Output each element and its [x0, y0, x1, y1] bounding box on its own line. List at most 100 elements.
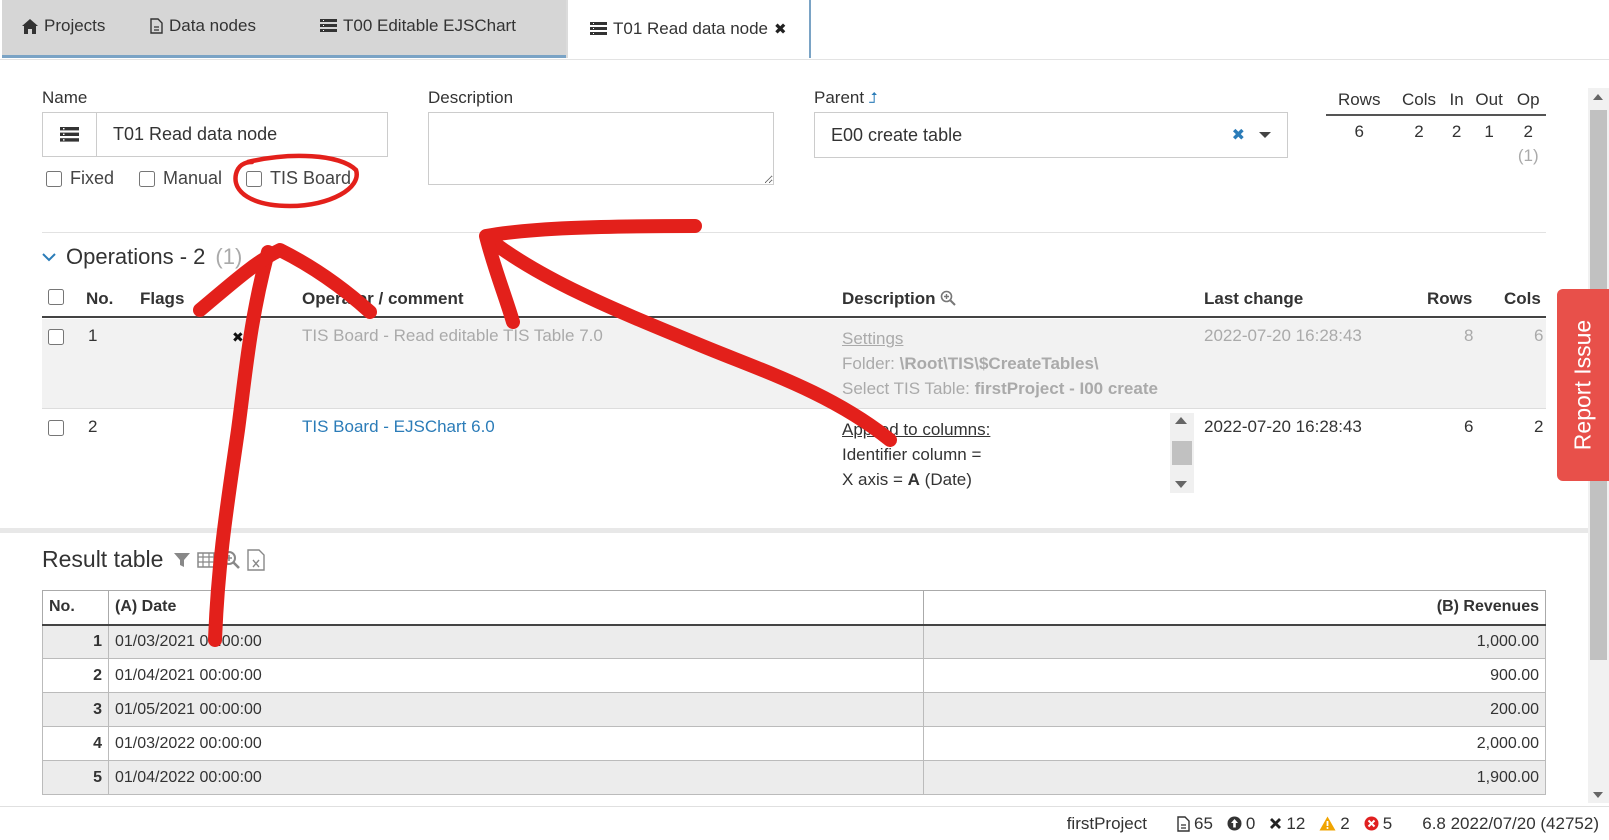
result-header: Result table: [42, 546, 266, 573]
name-input[interactable]: [97, 113, 387, 156]
stats-op-value: 2: [1523, 122, 1533, 141]
list-icon: [43, 113, 97, 156]
table-row: 3 01/05/2021 00:00:00 200.00: [42, 692, 1546, 727]
operation-description: Applied to columns: Identifier column = …: [842, 417, 990, 492]
description-scrollbar[interactable]: [1170, 413, 1194, 493]
operation-rows: 6: [1464, 417, 1474, 436]
result-title: Result table: [42, 546, 164, 572]
operation-operator[interactable]: TIS Board - Read editable TIS Table 7.0: [302, 326, 603, 346]
tis-board-checkbox[interactable]: TIS Board: [246, 168, 351, 189]
settings-link[interactable]: Settings: [842, 326, 1158, 351]
last-change-header: Last change: [1204, 289, 1304, 308]
operations-count: (1): [215, 244, 243, 269]
operation-rows: 8: [1464, 326, 1474, 345]
clear-icon[interactable]: ✖: [1232, 125, 1245, 145]
manual-checkbox[interactable]: Manual: [139, 168, 222, 189]
operator-header: Operator / comment: [302, 289, 464, 308]
footer-errors[interactable]: 5: [1364, 814, 1392, 834]
error-icon: [1364, 816, 1379, 831]
stats-op-header: Op: [1510, 88, 1546, 116]
tab-data-nodes[interactable]: Data nodes: [150, 0, 256, 52]
tis-board-checkbox-input[interactable]: [246, 170, 262, 187]
flags-header: Flags: [140, 289, 185, 308]
stats-out-header: Out: [1467, 88, 1511, 116]
operation-no: 2: [88, 417, 98, 436]
tab-projects[interactable]: Projects: [22, 0, 106, 52]
scroll-thumb[interactable]: [1172, 441, 1192, 465]
description-input[interactable]: [428, 112, 774, 185]
operation-row-checkbox[interactable]: [48, 329, 64, 345]
manual-checkbox-input[interactable]: [139, 170, 155, 187]
applied-columns-link[interactable]: Applied to columns:: [842, 417, 990, 442]
operation-description: Settings Folder: \Root\TIS\$CreateTables…: [842, 326, 1158, 401]
excel-icon[interactable]: [247, 548, 266, 571]
parent-value: E00 create table: [831, 124, 963, 145]
status-bar: firstProject 65 0 12 2 5 6.8 2022/07/20 …: [0, 806, 1609, 840]
stats-cols-value: 2: [1414, 122, 1424, 141]
operation-last-change: 2022-07-20 16:28:43: [1204, 417, 1362, 436]
parent-select[interactable]: E00 create table ✖: [814, 112, 1288, 158]
tab-t00-editable-ejschart[interactable]: T00 Editable EJSChart: [320, 0, 516, 52]
stats-in-header: In: [1445, 88, 1468, 116]
scroll-down-icon[interactable]: [1593, 792, 1603, 798]
chevron-down-icon[interactable]: [42, 252, 56, 262]
stats-cols-header: Cols: [1392, 88, 1446, 116]
home-icon: [22, 18, 38, 34]
filter-icon[interactable]: [173, 551, 191, 569]
section-divider: [42, 232, 1546, 233]
operations-title: Operations - 2: [66, 244, 206, 269]
parent-up-arrow-icon[interactable]: ⮥: [869, 90, 878, 107]
tab-t01-read-data-node[interactable]: T01 Read data node ✖: [566, 0, 811, 58]
report-issue-button[interactable]: Report Issue: [1557, 289, 1609, 481]
operation-row[interactable]: 1 ✖ TIS Board - Read editable TIS Table …: [42, 319, 1546, 409]
operation-cols: 2: [1534, 417, 1544, 436]
table-row: 2 01/04/2021 00:00:00 900.00: [42, 658, 1546, 693]
result-revenues-header: (B) Revenues: [923, 590, 1546, 626]
description-header: Description: [842, 289, 956, 309]
operation-row-checkbox[interactable]: [48, 420, 64, 436]
stats-op-sub: (1): [1517, 146, 1539, 165]
warning-icon: [1319, 816, 1336, 831]
footer-files[interactable]: 65: [1177, 814, 1213, 834]
footer-uploads[interactable]: 0: [1227, 814, 1255, 834]
name-field[interactable]: [42, 112, 388, 157]
arrow-up-circle-icon: [1227, 816, 1242, 831]
close-tab-icon[interactable]: ✖: [774, 20, 787, 38]
scroll-down-icon[interactable]: [1175, 481, 1187, 488]
stats-in-value: 2: [1451, 122, 1462, 141]
scroll-up-icon[interactable]: [1175, 417, 1187, 424]
fixed-checkbox[interactable]: Fixed: [46, 168, 114, 189]
stats-rows-value: 6: [1354, 122, 1364, 141]
footer-disabled[interactable]: 12: [1269, 814, 1305, 834]
scroll-up-icon[interactable]: [1593, 94, 1603, 100]
file-icon: [1177, 815, 1190, 832]
name-label: Name: [42, 88, 88, 107]
no-header: No.: [86, 289, 114, 308]
result-date-header: (A) Date: [108, 590, 924, 626]
list-icon: [320, 19, 337, 32]
zoom-icon[interactable]: [221, 550, 241, 570]
cols-header: Cols: [1504, 289, 1541, 308]
operation-cols: 6: [1534, 326, 1544, 345]
close-icon: [1270, 818, 1282, 829]
chevron-down-icon[interactable]: [1259, 132, 1271, 138]
file-icon: [150, 18, 163, 34]
footer-warnings[interactable]: 2: [1319, 814, 1350, 834]
description-label: Description: [428, 88, 514, 107]
parent-label: Parent ⮥: [814, 88, 878, 107]
fixed-checkbox-input[interactable]: [46, 170, 62, 187]
zoom-icon[interactable]: [940, 290, 956, 306]
operation-row[interactable]: 2 TIS Board - EJSChart 6.0 Applied to co…: [42, 410, 1546, 496]
table-row: 1 01/03/2021 00:00:00 1,000.00: [42, 624, 1546, 659]
table-row: 5 01/04/2022 00:00:00 1,900.00: [42, 760, 1546, 795]
footer-project[interactable]: firstProject: [1067, 814, 1147, 834]
select-all-checkbox[interactable]: [48, 289, 64, 305]
operations-header[interactable]: Operations - 2 (1): [42, 244, 242, 270]
operation-last-change: 2022-07-20 16:28:43: [1204, 326, 1362, 345]
disabled-flag-icon: ✖: [232, 329, 244, 345]
table-icon[interactable]: [197, 551, 216, 568]
footer-version: 6.8 2022/07/20 (42752): [1422, 813, 1599, 833]
operation-no: 1: [88, 326, 98, 345]
operation-operator[interactable]: TIS Board - EJSChart 6.0: [302, 417, 495, 437]
stats-out-value: 1: [1484, 122, 1494, 141]
